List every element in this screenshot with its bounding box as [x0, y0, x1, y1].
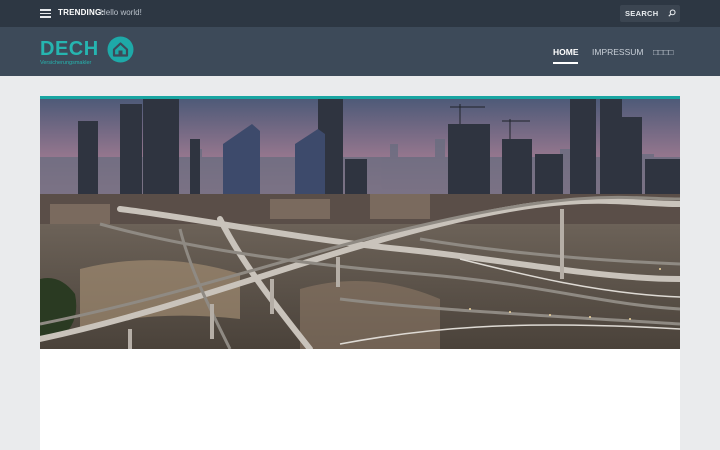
top-bar: TRENDING: Hello world! SEARCH	[0, 0, 720, 27]
nav-item-extra[interactable]: □□□□	[653, 47, 674, 57]
nav-active-indicator	[553, 62, 578, 64]
search-label: SEARCH	[625, 9, 659, 18]
trending-post-link[interactable]: Hello world!	[100, 8, 142, 17]
site-logo-text[interactable]: DECH	[40, 38, 99, 61]
search-box[interactable]: SEARCH	[620, 5, 680, 22]
city-skyline-highway-interchange-photo[interactable]	[40, 99, 680, 349]
hamburger-menu-icon[interactable]	[40, 9, 51, 18]
house-circle-icon[interactable]	[107, 36, 134, 63]
trending-label: TRENDING:	[58, 8, 105, 17]
post-card	[40, 96, 680, 450]
nav-item-impressum[interactable]: IMPRESSUM	[592, 47, 643, 57]
site-header: DECH Versicherungsmakler HOME IMPRESSUM …	[0, 27, 720, 76]
site-logo-tagline: Versicherungsmakler	[40, 60, 92, 66]
search-icon[interactable]	[668, 9, 676, 17]
nav-item-home[interactable]: HOME	[553, 47, 579, 57]
